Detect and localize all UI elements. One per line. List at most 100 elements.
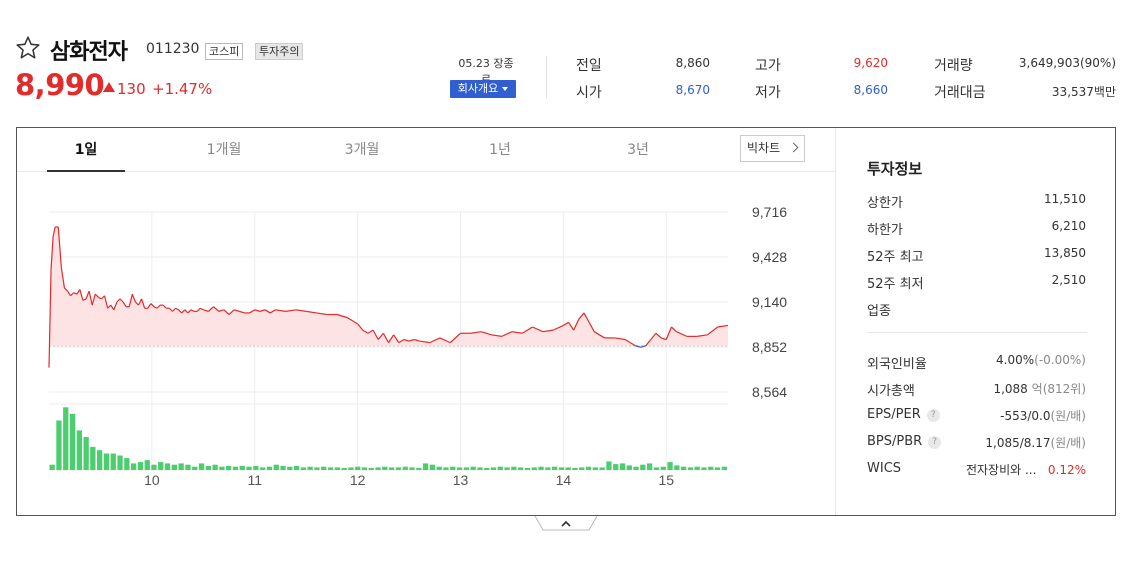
caret-down-icon bbox=[502, 87, 509, 91]
upper-limit-label: 상한가 bbox=[867, 196, 903, 211]
lower-limit-label: 하한가 bbox=[867, 223, 903, 238]
wics-sector-link[interactable]: 전자장비와 ... bbox=[966, 463, 1036, 477]
volume-bar bbox=[97, 450, 103, 470]
bps-pbr-label: BPS/PBR? bbox=[867, 434, 942, 449]
volume-bar bbox=[422, 463, 429, 470]
volume-bar bbox=[355, 466, 361, 470]
52week-low-value: 2,510 bbox=[1051, 273, 1086, 287]
up-arrow-icon bbox=[103, 82, 115, 92]
company-overview-button[interactable]: 회사개요 bbox=[450, 80, 516, 98]
volume-bar bbox=[69, 413, 76, 470]
volume-bar bbox=[137, 462, 144, 470]
wics-value: 전자장비와 ... 0.12% bbox=[966, 461, 1086, 478]
volume-bar bbox=[708, 466, 714, 470]
bps-pbr-label-text: BPS/PBR bbox=[867, 434, 923, 449]
volume-bar bbox=[572, 468, 578, 470]
volume-bar bbox=[151, 464, 157, 470]
help-icon[interactable]: ? bbox=[928, 436, 942, 449]
volume-value: 3,649,903(90%) bbox=[1018, 56, 1116, 70]
volume-bar bbox=[205, 466, 211, 470]
volume-bar bbox=[687, 467, 694, 470]
collapse-toggle-button[interactable] bbox=[535, 515, 597, 531]
prev-close-label: 전일 bbox=[576, 58, 602, 74]
divider bbox=[546, 56, 547, 98]
volume-bar bbox=[307, 466, 313, 470]
low-label: 저가 bbox=[755, 85, 781, 101]
volume-bar bbox=[714, 467, 721, 470]
high-label: 고가 bbox=[755, 58, 781, 74]
52week-high-label: 52주 최고 bbox=[867, 250, 924, 265]
volume-bar bbox=[239, 466, 245, 470]
volume-bar bbox=[144, 460, 150, 470]
market-cap-value: 1,088 억(812위) bbox=[993, 380, 1086, 397]
volume-bar bbox=[619, 463, 626, 470]
volume-bar bbox=[681, 466, 687, 470]
volume-bar bbox=[90, 446, 96, 470]
y-tick-label: 9,716 bbox=[752, 204, 787, 220]
volume-bar bbox=[185, 464, 191, 470]
market-badge: 코스피 bbox=[205, 43, 244, 60]
eps-per-number: -553/0.0 bbox=[1000, 409, 1051, 423]
volume-bar bbox=[694, 466, 700, 470]
market-cap-unit: 억 bbox=[1031, 382, 1043, 396]
bps-pbr-unit: (원/배) bbox=[1050, 436, 1087, 450]
stock-header: 삼화전자 011230 코스피 투자주의 8,990 130 +1.47% 05… bbox=[0, 0, 1141, 125]
help-icon[interactable]: ? bbox=[926, 409, 940, 422]
volume-bar bbox=[56, 420, 62, 470]
volume-bar bbox=[402, 466, 408, 470]
volume-bar bbox=[592, 467, 598, 470]
low-value: 8,660 bbox=[853, 83, 888, 97]
volume-bar bbox=[450, 466, 456, 470]
market-cap-label: 시가총액 bbox=[867, 384, 915, 399]
eps-per-unit: (원/배) bbox=[1050, 409, 1087, 423]
volume-bar bbox=[721, 466, 727, 470]
volume-bar bbox=[219, 466, 225, 470]
volume-bar bbox=[287, 466, 293, 470]
volume-bar bbox=[497, 466, 503, 470]
volume-bar bbox=[524, 468, 531, 470]
volume-bar bbox=[443, 467, 449, 470]
volume-bar bbox=[626, 465, 632, 470]
volume-bar bbox=[375, 467, 381, 470]
sector-label: 업종 bbox=[867, 304, 891, 319]
volume-bar bbox=[463, 467, 469, 470]
volume-bar bbox=[110, 453, 116, 470]
volume-bar bbox=[518, 467, 524, 470]
y-tick-label: 9,140 bbox=[752, 294, 787, 310]
intraday-chart[interactable]: 9,716 9,428 9,140 8,852 8,564 10 11 12 13 14 15 bbox=[17, 128, 835, 515]
investment-info-panel: 투자정보 상한가 11,510 하한가 6,210 52주 최고 13,850 … bbox=[835, 128, 1115, 515]
volume-bar bbox=[606, 461, 612, 470]
volume-bar bbox=[565, 467, 571, 470]
favorite-star-icon[interactable] bbox=[15, 35, 41, 61]
stock-code: 011230 bbox=[146, 41, 200, 57]
volume-bar bbox=[511, 466, 517, 470]
volume-bar bbox=[341, 468, 347, 470]
volume-bar bbox=[192, 466, 198, 470]
volume-bar bbox=[585, 466, 592, 470]
foreign-ratio-label: 외국인비율 bbox=[867, 357, 927, 372]
volume-bar bbox=[348, 467, 354, 470]
volume-bar bbox=[76, 430, 82, 470]
volume-bar bbox=[456, 467, 463, 470]
x-tick-label: 11 bbox=[247, 472, 262, 488]
volume-bar bbox=[164, 463, 171, 470]
eps-per-value: -553/0.0(원/배) bbox=[1000, 407, 1086, 424]
y-tick-label: 8,852 bbox=[752, 339, 787, 355]
wics-label: WICS bbox=[867, 461, 902, 476]
bps-pbr-number: 1,085/8.17 bbox=[985, 436, 1051, 450]
volume-bar bbox=[368, 468, 374, 470]
volume-bar bbox=[613, 464, 619, 470]
volume-bar bbox=[470, 466, 476, 470]
volume-bar bbox=[83, 437, 89, 470]
volume-bar bbox=[640, 464, 646, 470]
volume-bar bbox=[633, 466, 639, 470]
volume-bar bbox=[334, 467, 340, 470]
volume-bar bbox=[300, 467, 306, 470]
x-tick-label: 15 bbox=[658, 472, 674, 488]
volume-bar bbox=[504, 467, 510, 470]
volume-bar bbox=[131, 463, 137, 470]
volume-bar bbox=[531, 467, 537, 470]
x-tick-label: 12 bbox=[350, 472, 366, 488]
volume-bar bbox=[314, 467, 320, 470]
upper-limit-value: 11,510 bbox=[1044, 192, 1086, 206]
